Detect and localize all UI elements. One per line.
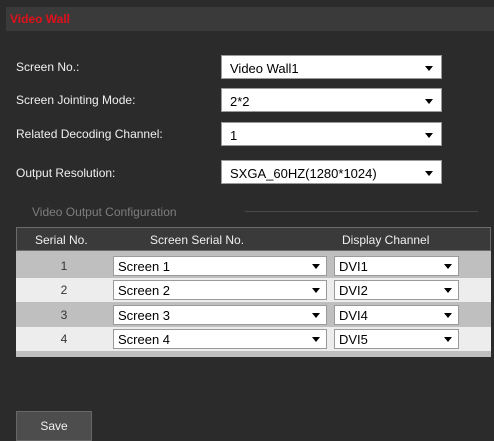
serial-cell: 1 <box>60 259 68 273</box>
chevron-down-icon <box>444 337 452 342</box>
screen-no-label: Screen No.: <box>16 60 80 74</box>
output-resolution-label: Output Resolution: <box>16 166 116 180</box>
output-config-table: Serial No. Screen Serial No. Display Cha… <box>16 227 491 357</box>
chevron-down-icon <box>312 337 320 342</box>
chevron-down-icon <box>444 264 452 269</box>
chevron-down-icon <box>425 133 433 138</box>
table-row: 3 Screen 3 DVI4 <box>16 303 491 327</box>
serial-cell: 4 <box>60 332 68 346</box>
screen-no-select[interactable]: Video Wall1 <box>221 55 442 79</box>
jointing-mode-value: 2*2 <box>230 94 250 109</box>
column-header-serial: Serial No. <box>35 233 88 247</box>
jointing-mode-select[interactable]: 2*2 <box>221 88 442 112</box>
chevron-down-icon <box>312 264 320 269</box>
output-resolution-value: SXGA_60HZ(1280*1024) <box>230 166 377 181</box>
decoding-channel-select[interactable]: 1 <box>221 122 442 146</box>
decoding-channel-value: 1 <box>230 128 238 143</box>
display-channel-value: DVI4 <box>339 308 368 323</box>
chevron-down-icon <box>312 288 320 293</box>
chevron-down-icon <box>425 99 433 104</box>
jointing-mode-label: Screen Jointing Mode: <box>16 93 136 107</box>
table-header: Serial No. Screen Serial No. Display Cha… <box>16 227 491 251</box>
save-button[interactable]: Save <box>16 411 92 441</box>
table-row: 2 Screen 2 DVI2 <box>16 278 491 302</box>
screen-serial-value: Screen 1 <box>118 259 171 274</box>
screen-no-value: Video Wall1 <box>230 61 299 76</box>
serial-cell: 2 <box>60 283 68 297</box>
chevron-down-icon <box>425 66 433 71</box>
screen-serial-select[interactable]: Screen 2 <box>113 280 327 300</box>
chevron-down-icon <box>425 171 433 176</box>
screen-serial-select[interactable]: Screen 1 <box>113 256 327 276</box>
screen-serial-select[interactable]: Screen 3 <box>113 305 327 325</box>
display-channel-select[interactable]: DVI5 <box>334 329 459 349</box>
chevron-down-icon <box>312 313 320 318</box>
table-row: 1 Screen 1 DVI1 <box>16 254 491 278</box>
serial-cell: 3 <box>60 308 68 322</box>
video-wall-panel: Video Wall Screen No.: Video Wall1 Scree… <box>0 0 494 441</box>
output-resolution-select[interactable]: SXGA_60HZ(1280*1024) <box>221 160 442 184</box>
section-divider <box>245 211 478 212</box>
chevron-down-icon <box>444 288 452 293</box>
decoding-channel-label: Related Decoding Channel: <box>16 127 163 141</box>
screen-serial-value: Screen 3 <box>118 308 171 323</box>
display-channel-select[interactable]: DVI1 <box>334 256 459 276</box>
table-row: 4 Screen 4 DVI5 <box>16 327 491 351</box>
display-channel-value: DVI1 <box>339 259 368 274</box>
display-channel-select[interactable]: DVI4 <box>334 305 459 325</box>
column-header-display-channel: Display Channel <box>342 233 430 247</box>
panel-header: Video Wall <box>6 7 494 31</box>
screen-serial-value: Screen 4 <box>118 332 171 347</box>
column-header-screen-serial: Screen Serial No. <box>150 233 245 247</box>
output-config-section-title: Video Output Configuration <box>32 205 177 219</box>
panel-title: Video Wall <box>10 12 71 26</box>
screen-serial-value: Screen 2 <box>118 283 171 298</box>
chevron-down-icon <box>444 313 452 318</box>
screen-serial-select[interactable]: Screen 4 <box>113 329 327 349</box>
display-channel-select[interactable]: DVI2 <box>334 280 459 300</box>
display-channel-value: DVI2 <box>339 283 368 298</box>
display-channel-value: DVI5 <box>339 332 368 347</box>
